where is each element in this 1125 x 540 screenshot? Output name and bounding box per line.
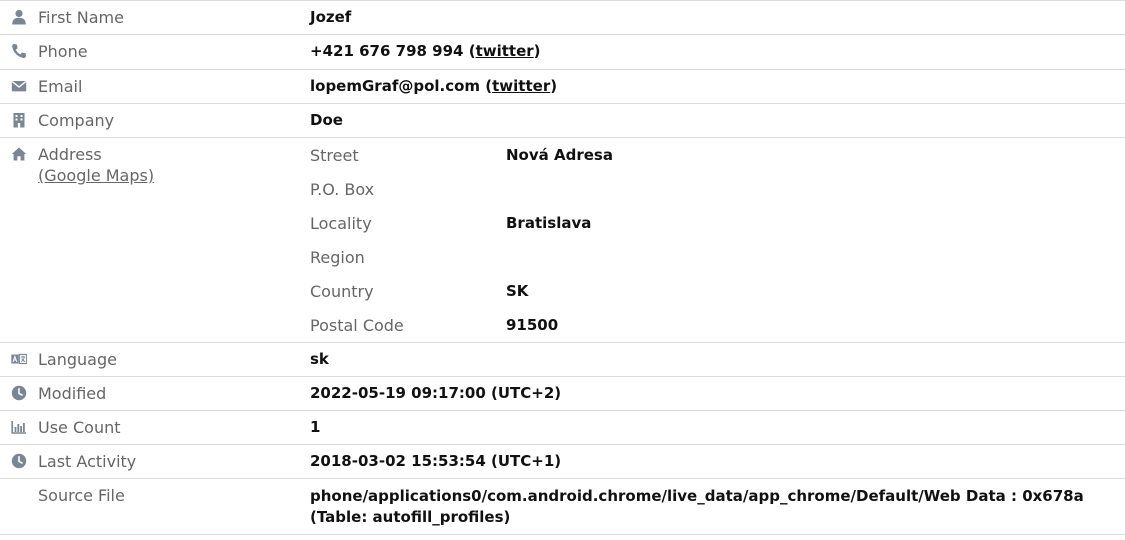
language-label: Language <box>38 350 117 369</box>
phone-value-line: +421 676 798 994 (twitter) <box>310 42 541 60</box>
address-fields: Street Nová Adresa P.O. Box Locality Brati… <box>310 138 1125 342</box>
properties-table: First Name Jozef Phone +421 676 798 994 … <box>0 0 1125 535</box>
phone-value: +421 676 798 994 <box>310 42 464 60</box>
locality-value: Bratislava <box>506 214 592 232</box>
google-maps-link[interactable]: (Google Maps) <box>38 165 310 187</box>
row-email: Email lopemGraf@pol.com (twitter) <box>0 69 1125 104</box>
address-region-row: Region <box>310 240 1125 274</box>
email-value-line: lopemGraf@pol.com (twitter) <box>310 77 558 95</box>
phone-twitter-link[interactable]: twitter <box>476 42 534 60</box>
phone-icon <box>11 43 27 59</box>
clock-icon <box>11 453 27 469</box>
home-icon <box>11 146 27 162</box>
row-phone: Phone +421 676 798 994 (twitter) <box>0 34 1125 70</box>
address-locality-row: Locality Bratislava <box>310 206 1125 240</box>
modified-label: Modified <box>38 384 107 403</box>
bar-chart-icon <box>11 419 27 435</box>
first-name-label: First Name <box>38 8 124 27</box>
street-value: Nová Adresa <box>506 146 613 164</box>
email-twitter-link[interactable]: twitter <box>492 77 550 95</box>
row-first-name: First Name Jozef <box>0 0 1125 35</box>
language-value: sk <box>310 350 329 368</box>
company-value: Doe <box>310 111 343 129</box>
envelope-icon <box>11 78 27 94</box>
row-last-activity: Last Activity 2018-03-02 15:53:54 (UTC+1… <box>0 444 1125 479</box>
user-icon <box>11 9 27 25</box>
row-language: Language sk <box>0 342 1125 377</box>
modified-value: 2022-05-19 09:17:00 (UTC+2) <box>310 384 562 402</box>
email-value: lopemGraf@pol.com <box>310 77 481 95</box>
last-activity-value: 2018-03-02 15:53:54 (UTC+1) <box>310 452 562 470</box>
address-street-row: Street Nová Adresa <box>310 138 1125 172</box>
region-value <box>506 240 1125 274</box>
source-file-value: phone/applications0/com.android.chrome/l… <box>310 487 1084 526</box>
locality-label: Locality <box>310 213 372 233</box>
email-label: Email <box>38 77 83 96</box>
street-label: Street <box>310 145 359 165</box>
company-label: Company <box>38 111 115 130</box>
row-source-file: Source File phone/applications0/com.andr… <box>0 478 1125 535</box>
clock-icon <box>11 385 27 401</box>
last-activity-label: Last Activity <box>38 452 137 471</box>
address-postal-row: Postal Code 91500 <box>310 308 1125 342</box>
country-label: Country <box>310 281 374 301</box>
address-country-row: Country SK <box>310 274 1125 308</box>
row-address: Address (Google Maps) Street Nová Adresa … <box>0 137 1125 343</box>
building-icon <box>11 112 27 128</box>
language-icon <box>11 351 27 367</box>
use-count-value: 1 <box>310 418 321 436</box>
country-value: SK <box>506 282 529 300</box>
region-label: Region <box>310 247 365 267</box>
use-count-label: Use Count <box>38 418 121 437</box>
pobox-label: P.O. Box <box>310 179 375 199</box>
first-name-value: Jozef <box>310 8 352 26</box>
postal-code-label: Postal Code <box>310 315 404 335</box>
postal-code-value: 91500 <box>506 316 559 334</box>
source-file-label: Source File <box>38 486 125 505</box>
address-pobox-row: P.O. Box <box>310 172 1125 206</box>
row-use-count: Use Count 1 <box>0 410 1125 445</box>
row-modified: Modified 2022-05-19 09:17:00 (UTC+2) <box>0 376 1125 411</box>
row-company: Company Doe <box>0 103 1125 138</box>
pobox-value <box>506 172 1125 206</box>
phone-label: Phone <box>38 42 88 61</box>
